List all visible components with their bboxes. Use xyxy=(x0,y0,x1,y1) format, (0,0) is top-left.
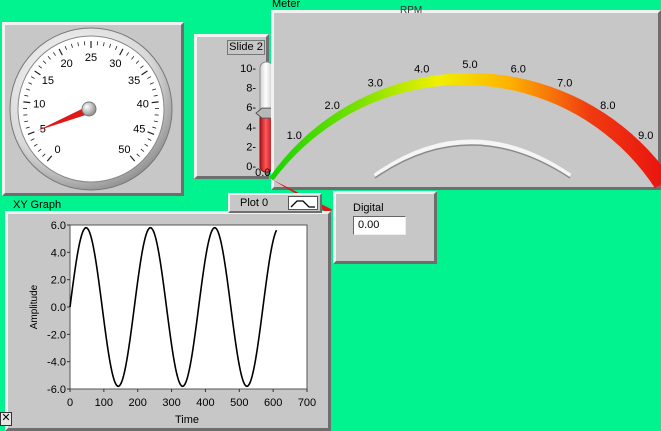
y-tick-label: 2.0 xyxy=(51,275,66,287)
y-tick-label: 4.0 xyxy=(51,247,66,259)
close-icon[interactable]: ✕ xyxy=(0,412,12,426)
x-axis-label: Time xyxy=(175,414,199,426)
x-tick-label: 400 xyxy=(196,397,214,409)
x-tick-label: 300 xyxy=(162,397,180,409)
xy-graph[interactable]: 0 100 200 300 400 500 600 700 6.0 4.0 2.0 0.0 -2.0 -… xyxy=(0,0,661,431)
y-tick-labels: 6.0 4.0 2.0 0.0 -2.0 -4.0 -6.0 xyxy=(47,220,70,396)
x-tick-label: 500 xyxy=(230,397,248,409)
x-tick-label: 0 xyxy=(67,397,73,409)
y-tick-label: -2.0 xyxy=(47,329,66,341)
y-axis-label: Amplitude xyxy=(29,284,40,329)
y-tick-label: -4.0 xyxy=(47,357,66,369)
x-tick-labels: 0 100 200 300 400 500 600 700 xyxy=(67,389,316,409)
y-tick-label: 0.0 xyxy=(51,302,66,314)
y-tick-label: -6.0 xyxy=(47,384,66,396)
x-tick-label: 200 xyxy=(129,397,147,409)
x-tick-label: 600 xyxy=(264,397,282,409)
x-tick-label: 100 xyxy=(95,397,113,409)
y-tick-label: 6.0 xyxy=(51,220,66,232)
x-tick-label: 700 xyxy=(298,397,316,409)
